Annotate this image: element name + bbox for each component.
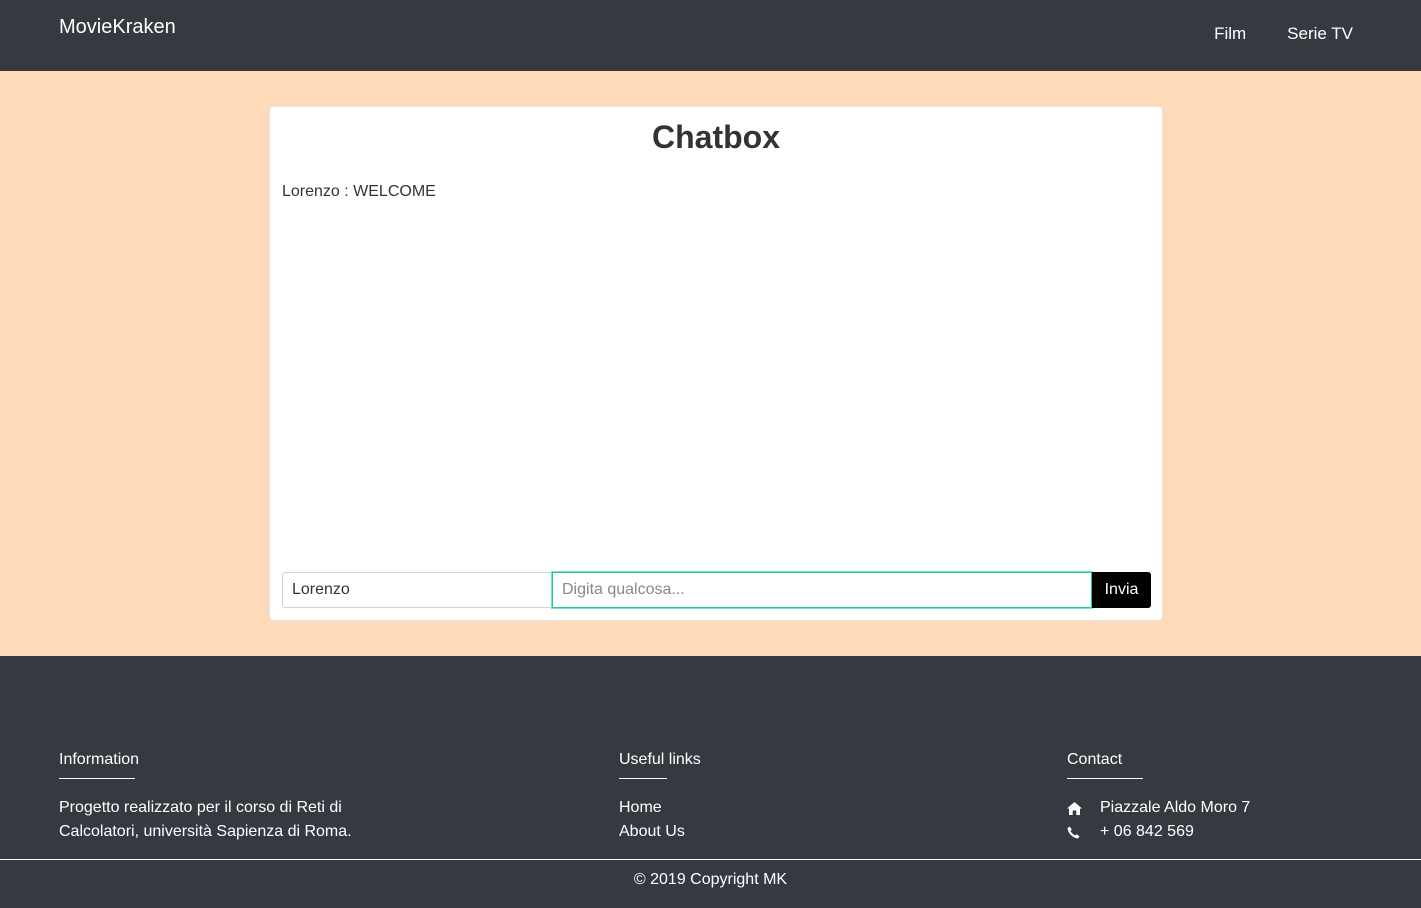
chat-messages: Lorenzo : WELCOME xyxy=(282,181,1150,561)
information-heading: Information xyxy=(59,751,140,768)
footer-useful-links: Useful links Home About Us xyxy=(619,751,701,844)
footer-link-about-us[interactable]: About Us xyxy=(619,820,701,844)
heading-underline xyxy=(1067,778,1143,779)
address-text: Piazzale Aldo Moro 7 xyxy=(1100,799,1251,816)
useful-links-heading: Useful links xyxy=(619,751,701,768)
contact-phone: + 06 842 569 xyxy=(1067,820,1250,844)
chat-input-row: Invia xyxy=(282,572,1151,608)
main-content: Chatbox Lorenzo : WELCOME Invia xyxy=(0,71,1421,656)
copyright-text: © 2019 Copyright MK xyxy=(633,871,788,888)
send-button[interactable]: Invia xyxy=(1092,572,1151,608)
nav-link-film[interactable]: Film xyxy=(1214,24,1246,44)
information-text: Progetto realizzato per il corso di Reti… xyxy=(59,799,352,840)
nav-link-serie-tv[interactable]: Serie TV xyxy=(1287,24,1353,44)
message-input[interactable] xyxy=(552,572,1092,608)
username-input[interactable] xyxy=(282,572,552,608)
footer-contact: Contact Piazzale Aldo Moro 7 + 06 842 56… xyxy=(1067,751,1250,844)
heading-underline xyxy=(59,778,135,779)
footer: Information Progetto realizzato per il c… xyxy=(0,656,1421,908)
footer-link-home[interactable]: Home xyxy=(619,796,701,820)
contact-address: Piazzale Aldo Moro 7 xyxy=(1067,796,1250,820)
footer-information: Information Progetto realizzato per il c… xyxy=(59,751,369,844)
brand-link[interactable]: MovieKraken xyxy=(59,16,176,39)
phone-icon xyxy=(1067,826,1100,839)
chat-message: Lorenzo : WELCOME xyxy=(282,183,436,200)
footer-divider xyxy=(0,859,1421,860)
heading-underline xyxy=(619,778,667,779)
chatbox-card: Chatbox Lorenzo : WELCOME Invia xyxy=(269,106,1163,621)
home-icon xyxy=(1067,801,1100,815)
phone-text: + 06 842 569 xyxy=(1100,823,1194,840)
chatbox-title: Chatbox xyxy=(652,119,780,155)
nav-links: Film Serie TV xyxy=(1214,24,1353,44)
contact-heading: Contact xyxy=(1067,751,1123,768)
top-navbar: MovieKraken Film Serie TV xyxy=(0,0,1421,71)
